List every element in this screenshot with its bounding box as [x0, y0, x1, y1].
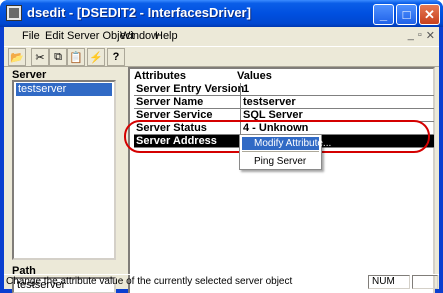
- table-row[interactable]: Server Name testserver: [134, 96, 434, 109]
- attributes-pane[interactable]: Attributes Values Server Entry Version 1…: [128, 67, 435, 293]
- attribute-key: Server Name: [136, 96, 204, 108]
- help-icon: ?: [112, 51, 120, 63]
- paste-icon: 📋: [69, 51, 83, 64]
- maximize-button[interactable]: □: [396, 4, 417, 25]
- menu-edit[interactable]: Edit: [45, 30, 64, 42]
- open-folder-icon: 📂: [10, 51, 24, 64]
- toolbar: 📂 ✂ ⧉ 📋 ⚡ ?: [4, 46, 439, 67]
- context-menu-ping-server[interactable]: Ping Server: [242, 155, 319, 168]
- client-area: File Edit Server Object Window Help _ ▫ …: [4, 27, 439, 293]
- help-button[interactable]: ?: [107, 48, 125, 66]
- col-header-attributes: Attributes: [134, 70, 186, 82]
- maximize-icon: □: [402, 7, 411, 22]
- mdi-minimize-icon[interactable]: _: [408, 29, 414, 42]
- mdi-controls: _ ▫ ✕: [408, 29, 435, 42]
- mdi-restore-icon[interactable]: ▫: [418, 29, 422, 42]
- server-list[interactable]: testserver: [12, 80, 116, 260]
- col-header-values: Values: [237, 70, 272, 82]
- status-num: NUM: [368, 275, 410, 289]
- cut-button[interactable]: ✂: [31, 48, 49, 66]
- lightning-icon: ⚡: [89, 51, 103, 64]
- close-icon: ✕: [424, 6, 435, 22]
- window-title: dsedit - [DSEDIT2 - InterfacesDriver]: [27, 5, 251, 20]
- copy-button[interactable]: ⧉: [49, 48, 67, 66]
- attribute-key: Server Entry Version: [136, 83, 245, 95]
- app-icon: [6, 5, 22, 21]
- menu-file[interactable]: File: [22, 30, 40, 42]
- status-bar: Change the attribute value of the curren…: [4, 274, 439, 289]
- app-window: dsedit - [DSEDIT2 - InterfacesDriver] _ …: [0, 0, 443, 293]
- close-button[interactable]: ✕: [419, 4, 440, 25]
- status-empty-cell: [412, 275, 438, 289]
- attribute-value: 1: [243, 83, 250, 95]
- status-text: Change the attribute value of the curren…: [6, 276, 293, 287]
- context-menu: Modify Attribute... Ping Server: [239, 134, 331, 170]
- minimize-button[interactable]: _: [373, 4, 394, 25]
- copy-icon: ⧉: [54, 50, 62, 63]
- title-bar[interactable]: dsedit - [DSEDIT2 - InterfacesDriver] _ …: [0, 0, 443, 27]
- attribute-value: testserver: [243, 96, 296, 108]
- cell-divider: [240, 83, 241, 96]
- mdi-close-icon[interactable]: ✕: [426, 29, 435, 42]
- cut-icon: ✂: [35, 51, 45, 64]
- context-menu-modify-attribute[interactable]: Modify Attribute...: [242, 137, 331, 150]
- server-list-item[interactable]: testserver: [16, 83, 112, 96]
- menu-help[interactable]: Help: [155, 30, 178, 42]
- paste-button[interactable]: 📋: [67, 48, 85, 66]
- menu-bar: File Edit Server Object Window Help _ ▫ …: [4, 27, 439, 46]
- minimize-icon: _: [379, 7, 388, 22]
- context-menu-separator: [242, 151, 319, 152]
- menu-window[interactable]: Window: [120, 30, 159, 42]
- lightning-button[interactable]: ⚡: [87, 48, 105, 66]
- table-row[interactable]: Server Entry Version 1: [134, 83, 434, 96]
- open-folder-button[interactable]: 📂: [8, 48, 26, 66]
- cell-divider: [240, 96, 241, 109]
